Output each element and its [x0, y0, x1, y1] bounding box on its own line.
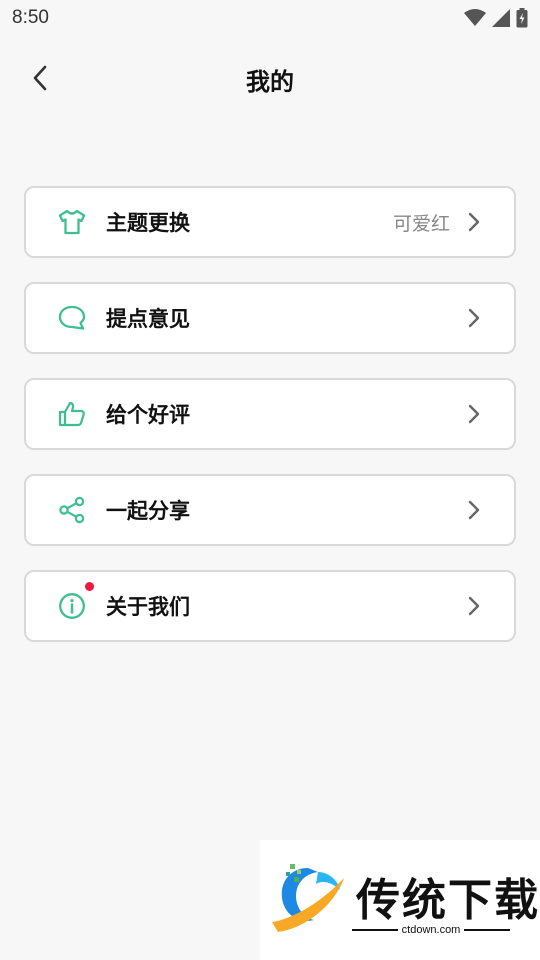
menu-list: 主题更换 可爱红 提点意见 给个好评 一起分享 关于我们: [24, 186, 516, 666]
thumbs-up-icon: [58, 400, 86, 428]
header: 我的: [0, 52, 540, 104]
menu-item-about[interactable]: 关于我们: [24, 570, 516, 642]
chevron-right-icon: [466, 212, 482, 232]
watermark-url-row: ctdown.com: [352, 924, 511, 936]
watermark: 传统下载 ctdown.com: [260, 840, 540, 960]
menu-item-label: 一起分享: [106, 499, 190, 523]
cellular-signal-icon: [492, 9, 510, 27]
wifi-icon: [464, 9, 486, 26]
divider: [464, 929, 511, 931]
info-icon: [58, 582, 94, 620]
battery-icon: [516, 8, 528, 28]
menu-item-label: 提点意见: [106, 307, 190, 331]
divider: [352, 929, 398, 931]
menu-item-label: 关于我们: [106, 595, 190, 619]
chevron-right-icon: [466, 404, 482, 424]
watermark-url: ctdown.com: [401, 924, 461, 936]
chevron-right-icon: [466, 500, 482, 520]
chat-bubble-icon: [58, 304, 86, 332]
current-theme-value: 可爱红: [392, 212, 450, 235]
watermark-brand: 传统下载: [356, 875, 540, 926]
status-icons: [464, 8, 528, 28]
menu-item-rate[interactable]: 给个好评: [24, 378, 516, 450]
menu-item-feedback[interactable]: 提点意见: [24, 282, 516, 354]
watermark-logo: [272, 864, 344, 932]
menu-item-label: 主题更换: [106, 211, 190, 235]
menu-item-share[interactable]: 一起分享: [24, 474, 516, 546]
menu-item-label: 给个好评: [106, 403, 190, 427]
menu-item-theme[interactable]: 主题更换 可爱红: [24, 186, 516, 258]
shirt-icon: [58, 208, 86, 236]
chevron-right-icon: [466, 308, 482, 328]
notification-badge: [85, 582, 94, 591]
status-time: 8:50: [12, 7, 49, 28]
page-title: 我的: [246, 68, 294, 96]
status-bar: 8:50: [0, 0, 540, 36]
chevron-right-icon: [466, 596, 482, 616]
share-icon: [58, 496, 86, 524]
